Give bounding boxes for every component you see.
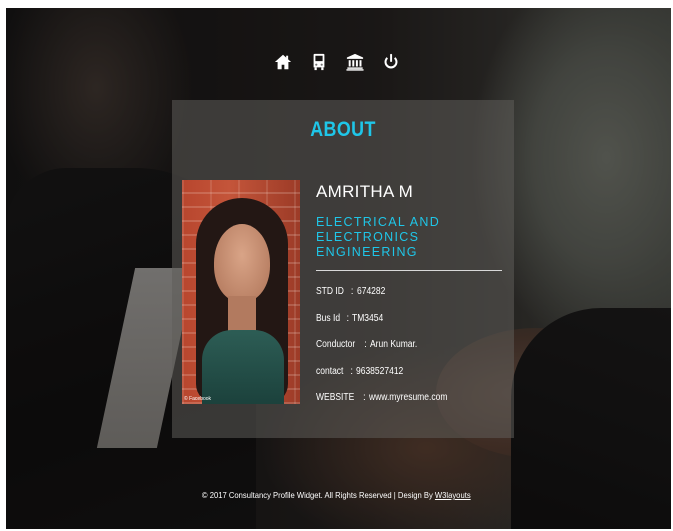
profile-details: STD ID:674282 Bus Id: TM3454 Conductor: Ar… xyxy=(316,286,506,419)
top-nav xyxy=(0,50,673,80)
footer-copyright: © 2017 Consultancy Profile Widget. All R… xyxy=(202,490,433,500)
bank-icon xyxy=(345,53,364,71)
detail-row-std-id: STD ID:674282 xyxy=(316,286,385,297)
detail-row-bus-id: Bus Id: TM3454 xyxy=(316,312,384,324)
website-link[interactable]: www.myresume.com xyxy=(369,392,447,403)
detail-label: Bus Id xyxy=(316,312,341,324)
nav-bus-button[interactable] xyxy=(308,50,330,74)
divider xyxy=(316,270,502,271)
detail-row-conductor: Conductor: Arun Kumar. xyxy=(316,339,418,350)
detail-value: 674282 xyxy=(356,286,385,297)
home-icon xyxy=(274,54,291,70)
nav-home-button[interactable] xyxy=(272,50,294,74)
power-icon xyxy=(384,53,397,69)
detail-label: WEBSITE xyxy=(316,392,355,403)
about-card: ABOUT © Facebook AMRITHA M ELECTRICAL AN… xyxy=(172,100,514,438)
profile-department: ELECTRICAL AND ELECTRONICS ENGINEERING xyxy=(316,215,511,260)
nav-power-button[interactable] xyxy=(380,50,402,74)
nav-bank-button[interactable] xyxy=(344,50,366,74)
detail-label: Conductor xyxy=(316,339,356,350)
detail-row-website: WEBSITE: www.myresume.com xyxy=(316,392,448,403)
detail-value: 9638527412 xyxy=(356,365,404,377)
photo-caption: © Facebook xyxy=(184,396,212,402)
detail-row-contact: contact:9638527412 xyxy=(316,365,404,377)
department-line-2: ELECTRONICS ENGINEERING xyxy=(316,230,420,259)
profile-name: AMRITHA M xyxy=(316,182,414,201)
bus-icon xyxy=(313,53,324,71)
profile-photo: © Facebook xyxy=(182,180,300,404)
department-line-1: ELECTRICAL AND xyxy=(316,215,441,229)
detail-label: STD ID xyxy=(316,286,344,297)
detail-value: TM3454 xyxy=(352,312,384,324)
detail-label: contact xyxy=(316,365,344,377)
about-heading: ABOUT xyxy=(310,118,376,141)
detail-value: Arun Kumar. xyxy=(369,339,418,350)
footer: © 2017 Consultancy Profile Widget. All R… xyxy=(0,490,673,500)
footer-designer-link[interactable]: W3layouts xyxy=(435,490,471,500)
